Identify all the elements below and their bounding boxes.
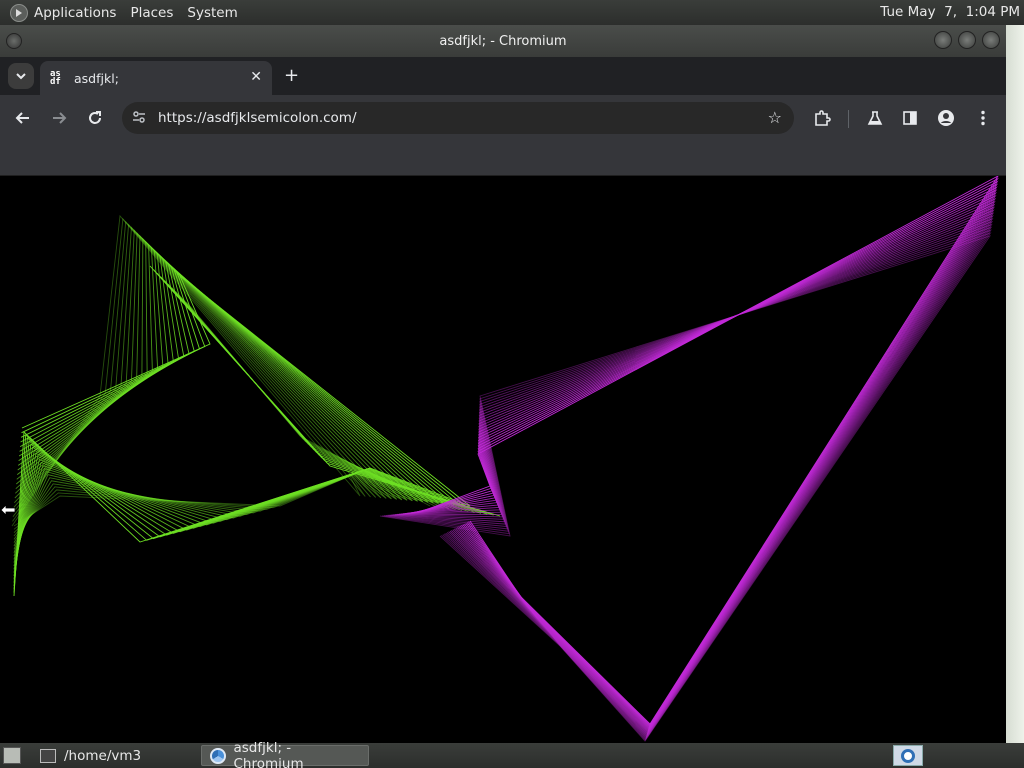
close-icon[interactable]: ✕ <box>250 69 262 85</box>
green-line <box>13 252 429 570</box>
kebab-menu-icon[interactable] <box>972 107 994 129</box>
minimize-button[interactable] <box>934 31 952 49</box>
url-text[interactable]: https://asdfjklsemicolon.com/ <box>158 110 357 126</box>
purple-line <box>381 232 992 741</box>
green-line <box>13 243 413 560</box>
menu-applications[interactable]: Applications <box>34 5 116 21</box>
web-canvas[interactable] <box>0 176 1006 743</box>
terminal-icon <box>40 748 56 763</box>
green-line <box>13 271 466 593</box>
bottom-panel: /home/vm3 asdfjkl; - Chromium <box>0 740 1024 768</box>
purple-line <box>383 229 992 741</box>
menu-system[interactable]: System <box>187 5 237 21</box>
forward-arrow-icon[interactable] <box>48 107 70 129</box>
site-favicon-icon: as df <box>50 69 61 87</box>
green-line <box>13 223 377 537</box>
green-line <box>186 302 437 508</box>
window-menu-icon[interactable] <box>6 33 22 49</box>
window-title: asdfjkl; - Chromium <box>439 33 567 49</box>
puzzle-icon[interactable] <box>811 107 833 129</box>
bookmarks-bar <box>0 140 1006 176</box>
plus-icon[interactable]: + <box>284 65 299 86</box>
top-panel: Applications Places System Tue May 7, 1:… <box>0 0 1024 25</box>
green-line <box>13 254 434 573</box>
gnome-foot-icon[interactable] <box>10 3 28 22</box>
chevron-down-icon[interactable] <box>8 63 34 89</box>
chromium-window: as df asdfjkl; ✕ + https://asdfjklsemicol… <box>0 57 1006 743</box>
back-arrow-icon[interactable] <box>12 107 34 129</box>
desktop-background <box>1006 25 1024 743</box>
green-line <box>13 237 403 553</box>
green-line <box>13 232 392 547</box>
show-desktop-icon[interactable] <box>3 747 21 764</box>
green-line <box>13 266 455 587</box>
green-line <box>13 260 445 580</box>
task-chromium-label: asdfjkl; - Chromium <box>233 739 304 768</box>
clock[interactable]: Tue May 7, 1:04 PM <box>880 4 1020 20</box>
green-line <box>13 275 471 597</box>
green-line <box>13 229 387 543</box>
tab-title: asdfjkl; <box>74 70 119 86</box>
star-icon[interactable]: ☆ <box>768 108 782 127</box>
resize-cursor-icon <box>0 502 16 518</box>
green-line <box>13 240 408 557</box>
maximize-button[interactable] <box>958 31 976 49</box>
close-window-button[interactable] <box>982 31 1000 49</box>
tab-asdfjkl[interactable]: as df asdfjkl; ✕ <box>40 61 272 95</box>
toolbar-divider <box>848 110 849 128</box>
side-panel-icon[interactable] <box>899 107 921 129</box>
task-terminal-label: /home/vm3 <box>64 747 142 764</box>
green-line <box>13 226 382 540</box>
tray-chromium-icon[interactable] <box>893 745 923 766</box>
task-terminal[interactable]: /home/vm3 <box>32 745 192 766</box>
green-line <box>13 246 418 563</box>
window-titlebar[interactable]: asdfjkl; - Chromium <box>0 25 1006 57</box>
profile-icon[interactable] <box>935 107 957 129</box>
menu-places[interactable]: Places <box>130 5 173 21</box>
reload-icon[interactable] <box>84 107 106 129</box>
green-line <box>171 287 462 511</box>
tune-icon[interactable] <box>132 110 148 126</box>
green-line <box>11 214 361 527</box>
purple-line <box>387 223 993 739</box>
flask-icon[interactable] <box>864 107 886 129</box>
green-line <box>189 305 431 507</box>
task-chromium[interactable]: asdfjkl; - Chromium <box>201 740 369 768</box>
address-bar[interactable]: https://asdfjklsemicolon.com/ ☆ <box>122 102 794 134</box>
tab-strip: as df asdfjkl; ✕ + <box>0 57 1006 95</box>
line-art-canvas <box>11 176 999 742</box>
purple-line <box>379 235 992 742</box>
toolbar: https://asdfjklsemicolon.com/ ☆ <box>0 95 1006 140</box>
chromium-icon <box>210 747 226 764</box>
purple-line <box>385 226 993 740</box>
